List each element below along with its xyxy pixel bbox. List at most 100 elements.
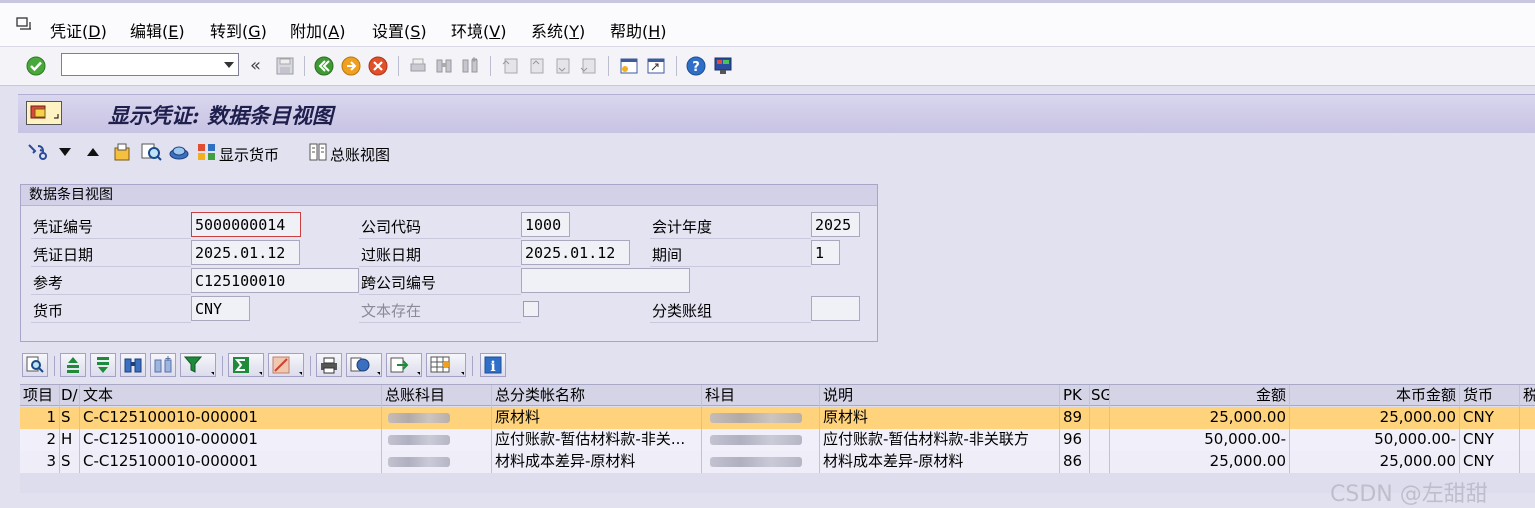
next-page-icon[interactable] bbox=[552, 56, 572, 76]
ledger-view-button[interactable]: 总账视图 bbox=[330, 144, 390, 165]
search-icon[interactable] bbox=[140, 142, 162, 162]
previous-item-up-icon[interactable] bbox=[86, 146, 100, 158]
information-button[interactable]: i bbox=[480, 353, 506, 377]
new-session-icon[interactable] bbox=[619, 56, 639, 76]
toolbar-separator bbox=[472, 356, 473, 376]
column-header-gl-name[interactable]: 总分类帐名称 bbox=[492, 385, 702, 407]
row-amount: 50,000.00- bbox=[1110, 429, 1290, 451]
previous-page-icon[interactable] bbox=[526, 56, 546, 76]
display-change-icon[interactable] bbox=[26, 142, 50, 162]
back-icon[interactable] bbox=[314, 56, 334, 76]
menu-document[interactable]: 凭证(D) bbox=[50, 18, 107, 42]
find-icon[interactable] bbox=[434, 56, 454, 76]
expand-toolbar-icon[interactable]: « bbox=[250, 55, 261, 76]
ledger-group-field[interactable] bbox=[811, 296, 860, 321]
menu-settings[interactable]: 设置(S) bbox=[372, 18, 427, 42]
cancel-icon[interactable] bbox=[368, 56, 388, 76]
column-header-tax[interactable]: 税 bbox=[1520, 385, 1535, 407]
column-header-posting-key[interactable]: PK bbox=[1060, 385, 1090, 407]
doc-date-field[interactable]: 2025.01.12 bbox=[191, 240, 300, 265]
filter-button[interactable] bbox=[180, 353, 216, 377]
menu-edit[interactable]: 编辑(E) bbox=[130, 18, 185, 42]
display-currency-icon[interactable] bbox=[196, 142, 218, 162]
display-currency-button[interactable]: 显示货币 bbox=[219, 144, 279, 165]
document-menu-icon[interactable] bbox=[26, 101, 62, 125]
label-underline bbox=[359, 322, 521, 323]
details-button[interactable] bbox=[22, 353, 48, 377]
ledger-view-icon[interactable] bbox=[308, 142, 328, 162]
column-header-local-amount[interactable]: 本币金额 bbox=[1290, 385, 1460, 407]
enter-check-icon[interactable] bbox=[26, 56, 46, 76]
column-header-description[interactable]: 说明 bbox=[820, 385, 1060, 407]
table-row[interactable]: 1 S C-C125100010-000001 原材料 原材料 89 25,00… bbox=[20, 407, 1535, 429]
reference-field[interactable]: C125100010 bbox=[191, 268, 359, 293]
table-row[interactable]: 2 H C-C125100010-000001 应付账款-暂估材料款-非关...… bbox=[20, 429, 1535, 451]
row-debit-credit: S bbox=[60, 451, 80, 473]
reference-label: 参考 bbox=[33, 274, 64, 292]
column-header-special-gl[interactable]: SG bbox=[1090, 385, 1110, 407]
find-next-icon[interactable] bbox=[460, 56, 480, 76]
currency-field[interactable]: CNY bbox=[191, 296, 250, 321]
dropdown-indicator bbox=[377, 372, 380, 375]
row-description: 原材料 bbox=[820, 407, 1060, 429]
export-button[interactable] bbox=[386, 353, 422, 377]
column-header-amount[interactable]: 金额 bbox=[1110, 385, 1290, 407]
last-page-icon[interactable] bbox=[578, 56, 598, 76]
document-header-icon[interactable] bbox=[112, 142, 132, 162]
row-gl-account-redacted bbox=[382, 451, 492, 473]
posting-date-label: 过账日期 bbox=[361, 246, 422, 264]
menu-environment[interactable]: 环境(V) bbox=[451, 18, 506, 42]
fiscal-year-field[interactable]: 2025 bbox=[811, 212, 860, 237]
find-next-button[interactable] bbox=[150, 353, 176, 377]
customize-layout-icon[interactable] bbox=[713, 56, 733, 76]
save-icon[interactable] bbox=[275, 56, 295, 76]
data-entry-view-group: 数据条目视图 凭证编号 5000000014 公司代码 1000 会计年度 20… bbox=[20, 184, 878, 342]
company-code-label: 公司代码 bbox=[361, 218, 422, 236]
period-field[interactable]: 1 bbox=[811, 240, 840, 265]
find-button[interactable] bbox=[120, 353, 146, 377]
row-gl-account-redacted bbox=[382, 429, 492, 451]
column-header-text[interactable]: 文本 bbox=[80, 385, 382, 407]
total-button[interactable] bbox=[228, 353, 264, 377]
help-icon[interactable]: ? bbox=[686, 56, 706, 76]
layout-button[interactable] bbox=[426, 353, 466, 377]
generate-shortcut-icon[interactable] bbox=[646, 56, 666, 76]
column-header-gl-account[interactable]: 总账科目 bbox=[382, 385, 492, 407]
taxes-icon[interactable] bbox=[168, 142, 190, 162]
posting-date-field[interactable]: 2025.01.12 bbox=[521, 240, 630, 265]
application-toolbar: 显示货币 总账视图 bbox=[18, 136, 1535, 170]
subtotal-button[interactable] bbox=[268, 353, 304, 377]
chevron-down-icon[interactable] bbox=[224, 62, 234, 68]
exit-icon[interactable] bbox=[341, 56, 361, 76]
cross-company-field[interactable] bbox=[521, 268, 690, 293]
command-field[interactable] bbox=[61, 53, 239, 76]
dropdown-indicator bbox=[461, 372, 464, 375]
system-menu-icon[interactable] bbox=[16, 17, 32, 31]
menu-goto[interactable]: 转到(G) bbox=[210, 18, 267, 42]
sort-descending-button[interactable] bbox=[90, 353, 116, 377]
sigma-icon bbox=[233, 357, 249, 373]
print-icon[interactable] bbox=[408, 56, 428, 76]
sort-ascending-button[interactable] bbox=[60, 353, 86, 377]
menu-extras[interactable]: 附加(A) bbox=[290, 18, 345, 42]
text-exists-checkbox[interactable] bbox=[523, 301, 539, 317]
column-header-item[interactable]: 项目 bbox=[20, 385, 60, 407]
row-debit-credit: H bbox=[60, 429, 80, 451]
doc-number-field[interactable]: 5000000014 bbox=[191, 212, 301, 237]
next-item-down-icon[interactable] bbox=[58, 146, 72, 158]
toolbar-separator bbox=[310, 356, 311, 376]
period-label: 期间 bbox=[652, 246, 683, 264]
first-page-icon[interactable] bbox=[500, 56, 520, 76]
row-posting-key: 86 bbox=[1060, 451, 1090, 473]
print-preview-button[interactable] bbox=[316, 353, 342, 377]
table-row[interactable]: 3 S C-C125100010-000001 材料成本差异-原材料 材料成本差… bbox=[20, 451, 1535, 473]
menu-system[interactable]: 系统(Y) bbox=[531, 18, 585, 42]
column-header-debit-credit[interactable]: D/ bbox=[60, 385, 80, 407]
column-header-account[interactable]: 科目 bbox=[702, 385, 820, 407]
views-button[interactable] bbox=[346, 353, 382, 377]
column-header-currency[interactable]: 货币 bbox=[1460, 385, 1520, 407]
row-posting-key: 96 bbox=[1060, 429, 1090, 451]
menu-help[interactable]: 帮助(H) bbox=[610, 18, 667, 42]
standard-toolbar: « ? bbox=[0, 46, 1535, 86]
company-code-field[interactable]: 1000 bbox=[521, 212, 570, 237]
